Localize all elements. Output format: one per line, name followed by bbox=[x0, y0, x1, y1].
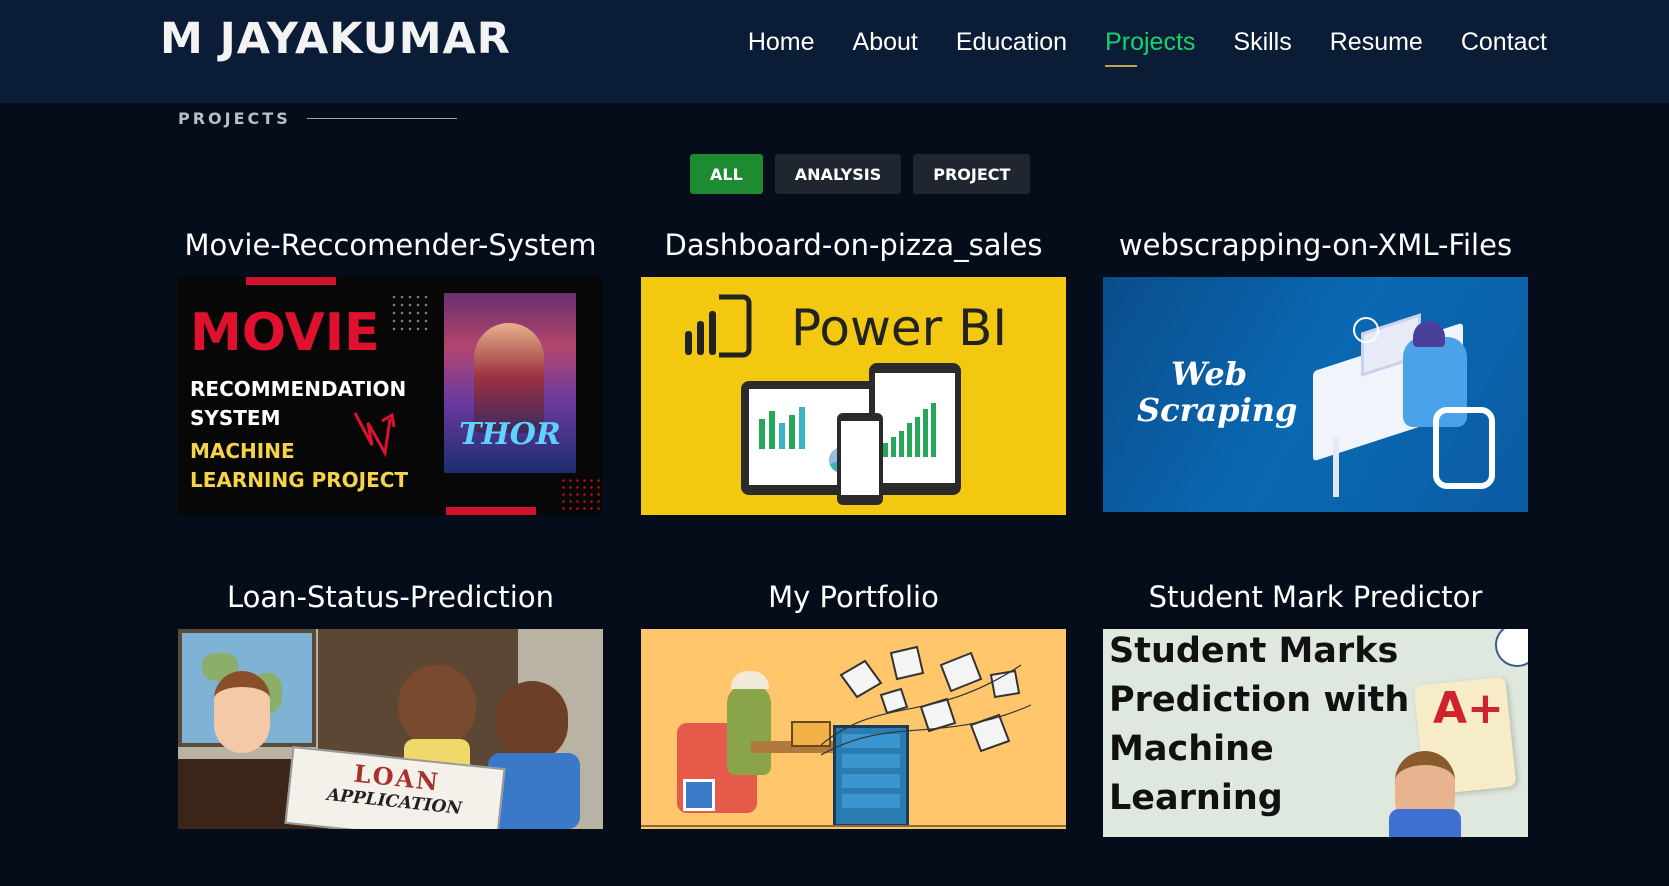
student-thumb-line: Machine bbox=[1109, 729, 1274, 769]
project-card[interactable]: Student Mark Predictor Student Marks Pre… bbox=[1103, 577, 1528, 837]
red-stripe-bottom bbox=[446, 507, 536, 515]
portfolio-thumbnail[interactable] bbox=[641, 629, 1066, 829]
phone-device bbox=[837, 413, 883, 505]
man-hat bbox=[731, 671, 769, 689]
project-title[interactable]: Student Mark Predictor bbox=[1103, 577, 1528, 617]
project-title[interactable]: Movie-Reccomender-System bbox=[178, 225, 603, 265]
floor-line bbox=[641, 825, 1066, 827]
dot-grid-red bbox=[560, 477, 600, 513]
project-title[interactable]: Loan-Status-Prediction bbox=[178, 577, 603, 617]
thumb-text-learning-project: LEARNING PROJECT bbox=[190, 468, 409, 492]
movie-poster: THOR bbox=[444, 293, 576, 473]
power-bi-title: Power BI bbox=[791, 299, 1008, 357]
project-title[interactable]: My Portfolio bbox=[641, 577, 1066, 617]
chart-bar bbox=[799, 407, 805, 449]
project-card[interactable]: Loan-Status-Prediction LOAN APPLICATION bbox=[178, 577, 603, 829]
chart-bar bbox=[899, 431, 904, 457]
person-cap bbox=[1413, 321, 1445, 347]
student-thumb-line: Learning bbox=[1109, 778, 1283, 818]
chart-bar bbox=[779, 423, 785, 449]
project-card[interactable]: Movie-Reccomender-System MOVIE RECOMMEND… bbox=[178, 225, 603, 515]
student-marks-thumbnail[interactable]: Student Marks Prediction with Machine Le… bbox=[1103, 629, 1528, 837]
thumb-text-movie: MOVIE bbox=[190, 303, 380, 363]
server-slot bbox=[842, 794, 900, 808]
chart-bar bbox=[915, 417, 920, 457]
grade-badge: A+ bbox=[1433, 683, 1504, 734]
nav-contact[interactable]: Contact bbox=[1461, 28, 1547, 67]
project-filters: ALL ANALYSIS PROJECT bbox=[690, 154, 1042, 194]
python-logo-icon bbox=[683, 779, 715, 811]
girl-character bbox=[398, 665, 476, 747]
thumb-text-system: SYSTEM bbox=[190, 406, 281, 430]
boy-shirt bbox=[1389, 809, 1461, 837]
institution-logo-icon bbox=[1495, 629, 1528, 667]
section-title: PROJECTS bbox=[178, 109, 457, 128]
dot-grid bbox=[390, 293, 430, 333]
scraping-text: Scraping bbox=[1137, 391, 1298, 429]
student-thumb-text: Student Marks Prediction with Machine Le… bbox=[1109, 629, 1409, 823]
nav-resume[interactable]: Resume bbox=[1330, 28, 1423, 67]
chart-bar bbox=[789, 415, 795, 449]
woman-character bbox=[214, 671, 270, 753]
man-character bbox=[727, 685, 771, 775]
main-nav: Home About Education Projects Skills Res… bbox=[710, 28, 1547, 67]
movie-recommendation-thumbnail[interactable]: MOVIE RECOMMENDATION SYSTEM MACHINE LEAR… bbox=[178, 277, 603, 515]
thumb-text-machine: MACHINE bbox=[190, 439, 295, 463]
globe-icon bbox=[1353, 317, 1379, 343]
filter-all-button[interactable]: ALL bbox=[690, 154, 763, 194]
filter-analysis-button[interactable]: ANALYSIS bbox=[774, 154, 902, 194]
power-bi-logo-icon bbox=[685, 294, 752, 358]
chart-bar bbox=[759, 419, 765, 449]
project-title[interactable]: Dashboard-on-pizza_sales bbox=[641, 225, 1066, 265]
filter-project-button[interactable]: PROJECT bbox=[913, 154, 1031, 194]
site-logo[interactable]: M JAYAKUMAR bbox=[160, 14, 511, 64]
chart-bar bbox=[931, 403, 936, 457]
web-text: Web bbox=[1171, 355, 1248, 393]
chart-bar bbox=[883, 443, 888, 457]
desk-leg bbox=[1333, 437, 1339, 497]
loan-application-thumbnail[interactable]: LOAN APPLICATION bbox=[178, 629, 603, 829]
tablet-screen bbox=[875, 373, 955, 483]
chair-icon bbox=[1433, 407, 1495, 489]
thumb-text-recommendation: RECOMMENDATION bbox=[190, 377, 407, 401]
project-card[interactable]: webscrapping-on-XML-Files Web Scraping bbox=[1103, 225, 1528, 512]
chart-bar bbox=[907, 423, 912, 457]
chart-bar bbox=[891, 437, 896, 457]
site-header: M JAYAKUMAR Home About Education Project… bbox=[0, 0, 1669, 103]
envelopes-icon bbox=[821, 645, 1032, 756]
section-title-text: PROJECTS bbox=[178, 109, 291, 128]
project-card[interactable]: My Portfolio bbox=[641, 577, 1066, 829]
power-bi-thumbnail[interactable]: Power BI bbox=[641, 277, 1066, 515]
chart-bar bbox=[923, 409, 928, 457]
project-title[interactable]: webscrapping-on-XML-Files bbox=[1103, 225, 1528, 265]
student-thumb-line: Student Marks bbox=[1109, 631, 1399, 671]
nav-about[interactable]: About bbox=[853, 28, 918, 67]
web-scraping-thumbnail[interactable]: Web Scraping bbox=[1103, 277, 1528, 512]
red-arrow-icon bbox=[353, 412, 396, 458]
phone-screen bbox=[841, 421, 879, 495]
nav-skills[interactable]: Skills bbox=[1233, 28, 1291, 67]
nav-home[interactable]: Home bbox=[748, 28, 815, 67]
red-stripe-top bbox=[246, 277, 336, 285]
poster-title: THOR bbox=[459, 417, 561, 452]
nav-projects[interactable]: Projects bbox=[1105, 28, 1195, 67]
student-thumb-line: Prediction with bbox=[1109, 680, 1410, 720]
project-card[interactable]: Dashboard-on-pizza_sales Power BI bbox=[641, 225, 1066, 515]
section-title-divider bbox=[306, 118, 457, 119]
nav-education[interactable]: Education bbox=[956, 28, 1067, 67]
chart-bar bbox=[769, 411, 775, 449]
boy-character bbox=[496, 681, 568, 761]
